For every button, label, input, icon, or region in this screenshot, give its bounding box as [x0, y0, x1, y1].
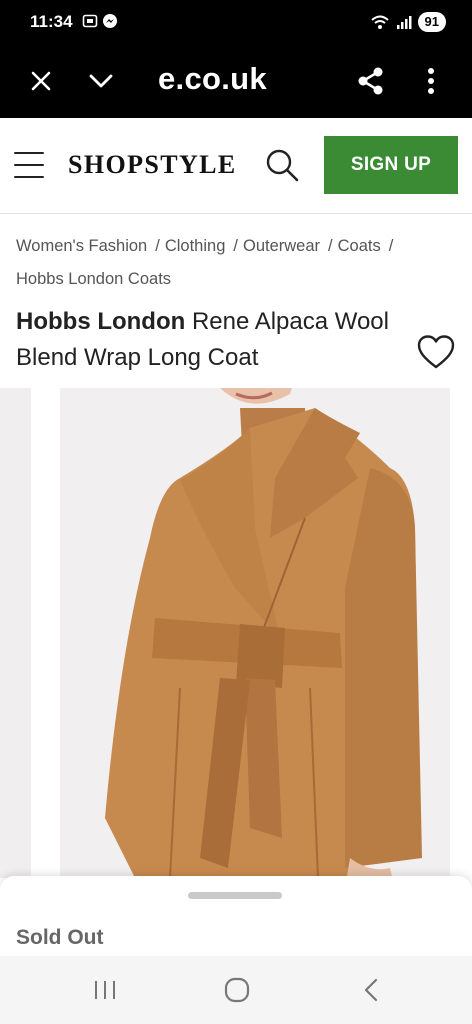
notification-icons [82, 13, 118, 29]
product-image[interactable] [60, 388, 450, 888]
previous-image-peek[interactable] [0, 388, 31, 878]
site-header: SHOPSTYLE SIGN UP [0, 118, 472, 214]
home-icon[interactable] [222, 976, 252, 1004]
breadcrumb-current[interactable]: Hobbs London Coats [16, 270, 171, 288]
breadcrumb-womens-fashion[interactable]: Women's Fashion [16, 237, 147, 255]
more-options-icon[interactable] [416, 66, 446, 96]
chevron-down-icon[interactable] [86, 66, 116, 96]
sheet-drag-handle[interactable] [188, 892, 282, 899]
status-time: 11:34 [30, 12, 73, 31]
browser-toolbar: e.co.uk [0, 46, 472, 118]
signal-icon [396, 16, 412, 29]
url-text[interactable]: e.co.uk [158, 61, 267, 97]
shopstyle-logo[interactable]: SHOPSTYLE [68, 150, 237, 180]
status-bar: 11:34 91 [0, 0, 472, 46]
product-brand[interactable]: Hobbs London [16, 308, 185, 335]
breadcrumb-coats[interactable]: Coats [338, 237, 381, 255]
menu-icon[interactable] [14, 152, 44, 178]
product-gallery[interactable] [0, 388, 472, 888]
screenshot-icon [82, 14, 98, 28]
product-title: Hobbs London Rene Alpaca Wool Blend Wrap… [16, 304, 406, 376]
breadcrumb-separator: / [388, 237, 394, 255]
breadcrumb: Women's Fashion / Clothing / Outerwear / Coats… [16, 230, 456, 296]
bottom-sheet[interactable]: Sold Out [0, 876, 472, 956]
breadcrumb-clothing[interactable]: Clothing [165, 237, 226, 255]
close-icon[interactable] [26, 66, 56, 96]
breadcrumb-outerwear[interactable]: Outerwear [243, 237, 320, 255]
status-right: 91 [370, 12, 446, 32]
battery-indicator: 91 [417, 12, 446, 32]
back-icon[interactable] [356, 976, 386, 1004]
sign-up-button[interactable]: SIGN UP [324, 136, 458, 194]
breadcrumb-separator: / [155, 237, 160, 255]
wifi-icon [370, 15, 389, 29]
recent-apps-icon[interactable] [90, 976, 120, 1004]
share-icon[interactable] [356, 66, 386, 96]
search-icon[interactable] [264, 147, 300, 183]
messenger-icon [103, 14, 117, 28]
system-nav-bar [0, 956, 472, 1024]
heart-icon[interactable] [416, 334, 456, 370]
sold-out-status: Sold Out [16, 926, 104, 949]
breadcrumb-separator: / [328, 237, 333, 255]
breadcrumb-separator: / [233, 237, 238, 255]
